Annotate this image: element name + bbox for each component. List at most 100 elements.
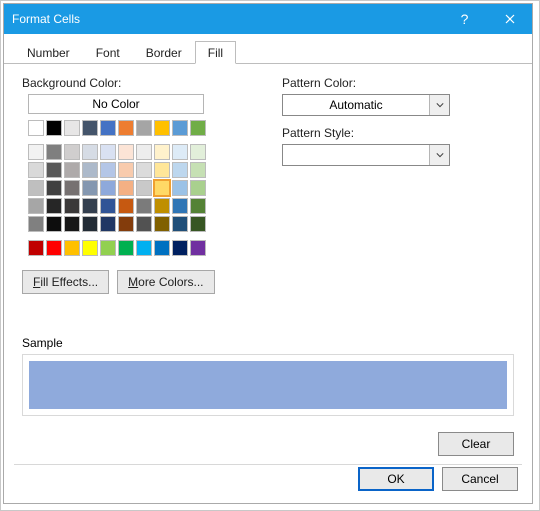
color-swatch[interactable] (28, 216, 44, 232)
pattern-style-dropdown[interactable] (282, 144, 450, 166)
color-swatch[interactable] (100, 216, 116, 232)
theme-shades-palette (28, 144, 242, 232)
color-swatch[interactable] (28, 198, 44, 214)
color-swatch[interactable] (136, 240, 152, 256)
color-swatch[interactable] (46, 216, 62, 232)
color-swatch[interactable] (154, 144, 170, 160)
color-swatch[interactable] (172, 216, 188, 232)
color-swatch[interactable] (154, 180, 170, 196)
tab-border[interactable]: Border (133, 41, 195, 64)
color-swatch[interactable] (46, 120, 62, 136)
color-swatch[interactable] (46, 180, 62, 196)
color-swatch[interactable] (172, 240, 188, 256)
clear-button[interactable]: Clear (438, 432, 514, 456)
color-swatch[interactable] (82, 240, 98, 256)
tab-strip: NumberFontBorderFill (4, 40, 532, 64)
color-swatch[interactable] (64, 120, 80, 136)
color-swatch[interactable] (28, 144, 44, 160)
color-swatch[interactable] (154, 216, 170, 232)
color-swatch[interactable] (136, 180, 152, 196)
chevron-down-icon (429, 95, 449, 115)
color-swatch[interactable] (172, 144, 188, 160)
color-swatch[interactable] (154, 162, 170, 178)
help-button[interactable]: ? (442, 4, 487, 34)
close-button[interactable] (487, 4, 532, 34)
background-color-label: Background Color: (22, 76, 242, 90)
color-swatch[interactable] (190, 240, 206, 256)
color-swatch[interactable] (136, 120, 152, 136)
sample-preview (29, 361, 507, 409)
tab-font[interactable]: Font (83, 41, 133, 64)
color-swatch[interactable] (82, 120, 98, 136)
color-swatch[interactable] (64, 162, 80, 178)
color-swatch[interactable] (154, 120, 170, 136)
color-swatch[interactable] (118, 180, 134, 196)
color-swatch[interactable] (82, 162, 98, 178)
sample-label: Sample (22, 336, 514, 350)
color-swatch[interactable] (190, 198, 206, 214)
color-swatch[interactable] (100, 144, 116, 160)
color-swatch[interactable] (136, 216, 152, 232)
color-swatch[interactable] (136, 162, 152, 178)
color-swatch[interactable] (28, 162, 44, 178)
color-swatch[interactable] (28, 180, 44, 196)
color-swatch[interactable] (64, 198, 80, 214)
color-swatch[interactable] (100, 198, 116, 214)
color-swatch[interactable] (64, 180, 80, 196)
tab-number[interactable]: Number (14, 41, 83, 64)
dialog-title: Format Cells (4, 12, 442, 26)
pattern-color-label: Pattern Color: (282, 76, 514, 90)
color-swatch[interactable] (190, 216, 206, 232)
color-swatch[interactable] (46, 162, 62, 178)
ok-button[interactable]: OK (358, 467, 434, 491)
color-swatch[interactable] (64, 216, 80, 232)
color-swatch[interactable] (100, 240, 116, 256)
color-swatch[interactable] (118, 216, 134, 232)
no-color-button[interactable]: No Color (28, 94, 204, 114)
theme-colors-palette (28, 120, 242, 136)
color-swatch[interactable] (118, 144, 134, 160)
tab-fill[interactable]: Fill (195, 41, 236, 64)
sample-box (22, 354, 514, 416)
color-swatch[interactable] (118, 120, 134, 136)
color-swatch[interactable] (100, 162, 116, 178)
color-swatch[interactable] (82, 180, 98, 196)
color-swatch[interactable] (118, 162, 134, 178)
fill-effects-button[interactable]: Fill Effects... (22, 270, 109, 294)
color-swatch[interactable] (82, 198, 98, 214)
color-swatch[interactable] (28, 240, 44, 256)
color-swatch[interactable] (172, 162, 188, 178)
color-swatch[interactable] (46, 198, 62, 214)
pattern-color-dropdown[interactable]: Automatic (282, 94, 450, 116)
color-swatch[interactable] (64, 240, 80, 256)
pattern-color-value: Automatic (283, 98, 429, 112)
color-swatch[interactable] (64, 144, 80, 160)
color-swatch[interactable] (82, 144, 98, 160)
color-swatch[interactable] (28, 120, 44, 136)
color-swatch[interactable] (118, 198, 134, 214)
color-swatch[interactable] (46, 240, 62, 256)
color-swatch[interactable] (172, 198, 188, 214)
color-swatch[interactable] (190, 120, 206, 136)
color-swatch[interactable] (172, 120, 188, 136)
color-swatch[interactable] (100, 180, 116, 196)
cancel-button[interactable]: Cancel (442, 467, 518, 491)
color-swatch[interactable] (154, 240, 170, 256)
color-swatch[interactable] (118, 240, 134, 256)
color-swatch[interactable] (136, 198, 152, 214)
color-swatch[interactable] (100, 120, 116, 136)
color-swatch[interactable] (190, 180, 206, 196)
color-swatch[interactable] (172, 180, 188, 196)
format-cells-dialog: Format Cells ? NumberFontBorderFill Back… (3, 3, 533, 504)
more-colors-button[interactable]: More Colors... (117, 270, 214, 294)
color-swatch[interactable] (190, 162, 206, 178)
color-swatch[interactable] (136, 144, 152, 160)
color-swatch[interactable] (154, 198, 170, 214)
separator (14, 464, 522, 465)
color-swatch[interactable] (82, 216, 98, 232)
color-swatch[interactable] (190, 144, 206, 160)
titlebar: Format Cells ? (4, 4, 532, 34)
color-swatch[interactable] (46, 144, 62, 160)
standard-colors-palette (28, 240, 242, 256)
chevron-down-icon (429, 145, 449, 165)
